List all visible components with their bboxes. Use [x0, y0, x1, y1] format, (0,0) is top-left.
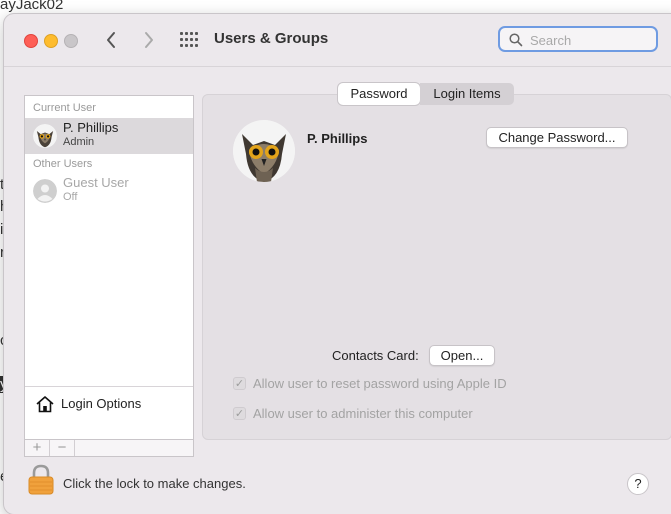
owl-avatar-icon: [233, 120, 295, 182]
background-letter: i: [0, 221, 4, 238]
open-contacts-card-button[interactable]: Open...: [429, 345, 495, 366]
user-status: Off: [63, 191, 78, 203]
user-picture[interactable]: [233, 120, 295, 182]
contacts-card-label: Contacts Card:: [332, 348, 419, 363]
add-remove-bar: + −: [24, 440, 194, 457]
remove-user-button[interactable]: −: [50, 440, 75, 456]
tab-password[interactable]: Password: [338, 83, 420, 105]
owl-avatar-icon: [33, 124, 57, 148]
checkmark-icon: ✓: [233, 407, 246, 420]
chevron-right-icon: [145, 32, 153, 48]
tab-login-items[interactable]: Login Items: [420, 83, 514, 105]
user-row-p-phillips[interactable]: P. Phillips Admin: [25, 118, 193, 154]
preferences-window: Users & Groups Current User: [4, 14, 671, 514]
lock-icon[interactable]: [28, 464, 54, 496]
user-list: Current User P. Phillips Admin Other Use…: [24, 95, 194, 440]
user-role: Admin: [63, 136, 95, 148]
user-row-guest-user[interactable]: Guest User Off: [25, 173, 193, 209]
window-title: Users & Groups: [214, 30, 329, 47]
other-users-header: Other Users: [33, 158, 93, 170]
titlebar-divider: [4, 66, 671, 67]
checkbox-label: Allow user to administer this computer: [253, 406, 473, 421]
checkmark-icon: ✓: [233, 377, 246, 390]
close-button[interactable]: [24, 34, 38, 48]
checkbox-label: Allow user to reset password using Apple…: [253, 376, 507, 391]
selected-user-name: P. Phillips: [307, 131, 368, 146]
title-bar: Users & Groups: [4, 14, 671, 66]
user-name: P. Phillips: [63, 120, 119, 135]
help-button[interactable]: ?: [627, 473, 649, 495]
current-user-header: Current User: [33, 102, 96, 114]
change-password-button[interactable]: Change Password...: [486, 127, 628, 148]
login-options-item[interactable]: Login Options: [25, 386, 193, 423]
back-button[interactable]: [100, 28, 124, 52]
lock-message: Click the lock to make changes.: [63, 476, 246, 491]
search-input[interactable]: [528, 31, 652, 49]
background-window-title: ayJack02: [0, 0, 64, 13]
show-all-grid-icon[interactable]: [180, 32, 198, 48]
add-user-button[interactable]: +: [25, 440, 50, 456]
house-icon: [36, 396, 54, 413]
person-silhouette-icon: [33, 179, 57, 203]
search-field[interactable]: [498, 26, 658, 52]
minimize-button[interactable]: [44, 34, 58, 48]
zoom-button[interactable]: [64, 34, 78, 48]
chevron-left-icon: [107, 32, 115, 48]
search-icon: [509, 33, 523, 47]
forward-button[interactable]: [136, 28, 160, 52]
user-name: Guest User: [63, 175, 129, 190]
login-options-label: Login Options: [61, 396, 142, 411]
